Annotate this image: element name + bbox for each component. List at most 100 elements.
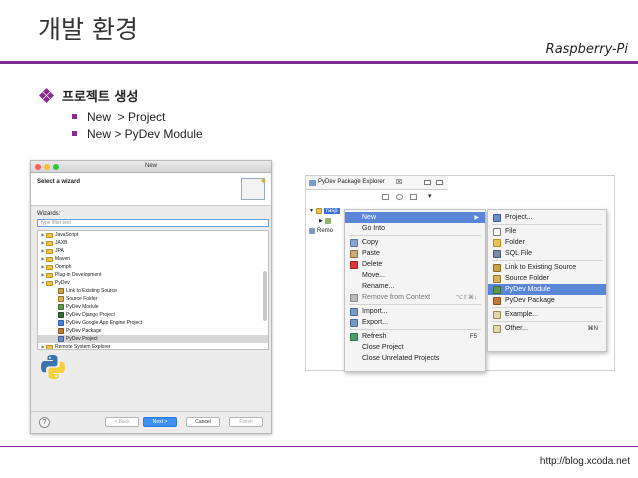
menu-item-folder[interactable]: Folder: [488, 237, 606, 248]
delete-icon: [350, 260, 358, 269]
tree-item-remote[interactable]: Remo: [309, 226, 333, 235]
menu-item-other[interactable]: Other... ⌘N: [488, 323, 606, 334]
wizard-tree-item-label: JavaScript: [55, 232, 79, 238]
menu-separator: [492, 224, 602, 225]
menu-item-new[interactable]: New ▶: [345, 212, 485, 223]
wizard-tree-item[interactable]: PyDev Google App Engine Project: [38, 319, 268, 327]
wizard-tree[interactable]: ▶ JavaScript ▶ JAXB ▶ JPA ▶ Maven ▶ Oomph ▶ Plug-in…: [37, 230, 269, 350]
menu-item-move[interactable]: Move...: [345, 270, 485, 281]
package-icon: [493, 296, 501, 305]
menu-item-delete[interactable]: Delete: [345, 259, 485, 270]
new-submenu: Project... File Folder SQL File Link to Exis…: [487, 209, 607, 352]
tree-item-child[interactable]: ▶: [319, 216, 333, 225]
wizard-tree-item[interactable]: PyDev Django Project: [38, 311, 268, 319]
collapse-all-icon[interactable]: [382, 194, 389, 200]
menu-item-sql-file[interactable]: SQL File: [488, 248, 606, 259]
python-logo-icon: [41, 355, 65, 379]
submenu-arrow-icon: ▶: [474, 215, 479, 221]
shortcut-label: F5: [469, 333, 477, 340]
dialog-titlebar: New: [31, 161, 271, 173]
menu-item-close-unrelated-projects[interactable]: Close Unrelated Projects: [345, 353, 485, 364]
example-icon: [493, 310, 501, 319]
menu-item-source-folder[interactable]: Source Folder: [488, 273, 606, 284]
close-tab-icon[interactable]: ☒: [396, 178, 402, 186]
wizard-tree-item[interactable]: ▶ Oomph: [38, 263, 268, 271]
filter-icon[interactable]: [410, 194, 417, 200]
menu-item-copy[interactable]: Copy: [345, 237, 485, 248]
finish-button[interactable]: Finish: [229, 417, 263, 427]
menu-item-label: Other...: [505, 325, 528, 332]
remote-system-icon: [309, 227, 315, 234]
explorer-toolbar: ▾: [306, 192, 448, 202]
wizard-tree-item-label: PyDev Google App Engine Project: [66, 320, 143, 326]
menu-item-link-to-existing-source[interactable]: Link to Existing Source: [488, 262, 606, 273]
menu-item-paste[interactable]: Paste: [345, 248, 485, 259]
wizard-tree-item[interactable]: Link to Existing Source: [38, 287, 268, 295]
wizard-tree-item[interactable]: ▶ JPA: [38, 247, 268, 255]
menu-item-example[interactable]: Example...: [488, 309, 606, 320]
wizard-tree-item-label: PyDev Django Project: [66, 312, 115, 318]
menu-item-file[interactable]: File: [488, 226, 606, 237]
shortcut-label: ⌘N: [587, 326, 598, 332]
tree-scrollbar[interactable]: [263, 271, 267, 321]
remote-label: Remo: [317, 227, 334, 234]
folder-icon: [493, 238, 501, 247]
remove-icon: [350, 293, 358, 302]
view-menu-icon[interactable]: ▾: [428, 192, 432, 200]
menu-item-label: Project...: [505, 214, 533, 221]
menu-separator: [349, 235, 481, 236]
menu-separator: [349, 304, 481, 305]
back-button[interactable]: < Back: [105, 417, 139, 427]
menu-item-label: Example...: [505, 311, 539, 318]
cancel-button[interactable]: Cancel: [186, 417, 220, 427]
wizard-tree-item-label: Link to Existing Source: [66, 288, 117, 294]
menu-item-label: Paste: [362, 250, 380, 257]
wizard-tree-item[interactable]: Source Folder: [38, 295, 268, 303]
next-button[interactable]: Next >: [143, 417, 177, 427]
wizard-tree-item[interactable]: ▶ Maven: [38, 255, 268, 263]
wizard-tree-item-label: Plug-in Development: [55, 272, 102, 278]
menu-item-go-into[interactable]: Go Into: [345, 223, 485, 234]
sub-bullet-list: New > Project New > PyDev Module: [72, 108, 203, 142]
python-interpreter-icon: [324, 217, 331, 224]
wizard-tree-item-label: PyDev: [55, 280, 70, 286]
link-icon: [493, 263, 501, 272]
main-bullet: 프로젝트 생성: [38, 86, 139, 105]
slide-title: 개발 환경: [38, 15, 138, 44]
menu-separator: [492, 307, 602, 308]
wizard-tree-item[interactable]: PyDev Package: [38, 327, 268, 335]
menu-item-label: File: [505, 228, 517, 235]
wizard-tree-item-label: Oomph: [55, 264, 72, 270]
menu-separator: [492, 321, 602, 322]
menu-separator: [349, 329, 481, 330]
wizard-tree-item[interactable]: ▶ Plug-in Development: [38, 271, 268, 279]
wizard-tree-item[interactable]: ▶ Remote System Explorer: [38, 343, 268, 349]
menu-item-refresh[interactable]: Refresh F5: [345, 331, 485, 342]
tree-item-project[interactable]: ▼ rasp: [309, 206, 340, 215]
menu-item-remove-from-context[interactable]: Remove from Context ⌥⇧⌘↓: [345, 292, 485, 303]
wizard-tree-item-label: PyDev Package: [66, 328, 102, 334]
menu-item-rename[interactable]: Rename...: [345, 281, 485, 292]
link-with-editor-icon[interactable]: [396, 194, 403, 200]
wizard-tree-item[interactable]: ▶ JAXB: [38, 239, 268, 247]
sub-bullet: New > PyDev Module: [72, 125, 203, 142]
menu-item-pydev-package[interactable]: PyDev Package: [488, 295, 606, 306]
menu-item-close-project[interactable]: Close Project: [345, 342, 485, 353]
wizard-tree-item[interactable]: PyDev Project: [38, 335, 268, 343]
minimize-view-icon[interactable]: [424, 180, 431, 185]
menu-item-project[interactable]: Project...: [488, 212, 606, 223]
menu-item-pydev-module[interactable]: PyDev Module: [488, 284, 606, 295]
filter-input[interactable]: type filter text: [37, 219, 269, 227]
shortcut-label: ⌥⇧⌘↓: [456, 295, 477, 301]
maximize-view-icon[interactable]: [436, 180, 443, 185]
wizard-tree-item-label: JPA: [55, 248, 64, 254]
main-bullet-text: 프로젝트 생성: [62, 90, 139, 105]
tab-pydev-package-explorer[interactable]: PyDev Package Explorer ☒: [306, 176, 448, 190]
help-button[interactable]: ?: [39, 417, 50, 428]
wizard-tree-item-label: JAXB: [55, 240, 68, 246]
wizard-tree-item[interactable]: ▶ JavaScript: [38, 231, 268, 239]
menu-item-import[interactable]: Import...: [345, 306, 485, 317]
wizard-tree-item[interactable]: PyDev Module: [38, 303, 268, 311]
wizard-tree-item[interactable]: ▼ PyDev: [38, 279, 268, 287]
menu-item-export[interactable]: Export...: [345, 317, 485, 328]
